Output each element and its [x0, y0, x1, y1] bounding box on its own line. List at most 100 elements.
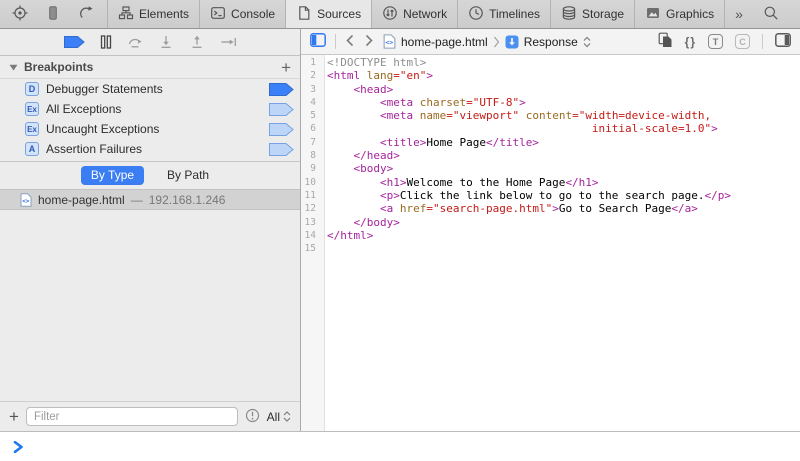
breakpoint-row[interactable]: Ex Uncaught Exceptions [0, 119, 300, 139]
code-coverage-button[interactable]: C [735, 34, 750, 49]
code-line[interactable]: 4 <meta charset="UTF-8"> [301, 96, 800, 109]
line-number[interactable]: 2 [301, 69, 320, 82]
line-number[interactable]: 3 [301, 83, 320, 96]
line-number[interactable]: 6 [301, 122, 320, 135]
tab-timelines[interactable]: Timelines [458, 0, 551, 28]
line-number[interactable]: 10 [301, 176, 320, 189]
html-file-icon: <> [20, 193, 32, 207]
code-line[interactable]: 12 <a href="search-page.html">Go to Sear… [301, 202, 800, 215]
inspect-target-icon[interactable] [12, 5, 28, 24]
back-button[interactable] [345, 34, 355, 50]
line-number[interactable]: 15 [301, 242, 320, 255]
code-line[interactable]: 14</html> [301, 229, 800, 242]
breakpoint-row[interactable]: Ex All Exceptions [0, 99, 300, 119]
breakpoint-toggle[interactable] [269, 143, 294, 156]
console-prompt-icon [13, 440, 24, 454]
tab-network[interactable]: Network [372, 0, 458, 28]
line-number[interactable]: 8 [301, 149, 320, 162]
breakpoint-toggle[interactable] [269, 83, 294, 96]
code-line[interactable]: 7 <title>Home Page</title> [301, 136, 800, 149]
resource-item-home-page[interactable]: <> home-page.html — 192.168.1.246 [0, 189, 300, 210]
source-code-viewer[interactable]: 1<!DOCTYPE html>2<html lang="en">3 <head… [301, 55, 800, 431]
step-into-button[interactable] [158, 35, 174, 49]
pretty-print-button[interactable]: {} [685, 35, 696, 49]
toggle-left-sidebar-button[interactable] [310, 33, 326, 50]
breadcrumb-panel[interactable]: Response [524, 35, 578, 49]
line-number[interactable]: 13 [301, 216, 320, 229]
svg-text:<>: <> [22, 198, 30, 205]
filter-scope-dropdown[interactable]: All [267, 410, 291, 424]
quick-console[interactable] [0, 431, 800, 461]
code-line[interactable]: 13 </body> [301, 216, 800, 229]
settings-button[interactable] [789, 4, 800, 24]
line-number[interactable]: 5 [301, 109, 320, 122]
more-tabs-button[interactable]: » [725, 0, 753, 28]
editor-action-buttons: {} T C [658, 32, 791, 51]
graphics-icon [645, 5, 661, 24]
breakpoints-toggle-button[interactable] [64, 36, 85, 48]
line-number[interactable]: 9 [301, 162, 320, 175]
toggle-right-sidebar-button[interactable] [775, 33, 791, 50]
line-number[interactable]: 11 [301, 189, 320, 202]
line-number[interactable]: 4 [301, 96, 320, 109]
tab-storage[interactable]: Storage [551, 0, 635, 28]
tab-label: Timelines [489, 7, 540, 21]
breakpoint-toggle[interactable] [269, 103, 294, 116]
line-content: <h1>Welcome to the Home Page</h1> [320, 176, 599, 189]
code-line[interactable]: 1<!DOCTYPE html> [301, 56, 800, 69]
filter-input[interactable] [26, 407, 238, 426]
step-out-button[interactable] [189, 35, 205, 49]
breakpoint-row[interactable]: D Debugger Statements [0, 79, 300, 99]
add-breakpoint-button[interactable]: + [281, 59, 291, 76]
tab-sources[interactable]: Sources [286, 0, 372, 28]
breakpoints-section-header[interactable]: Breakpoints + [0, 56, 300, 79]
step-over-button[interactable] [127, 35, 143, 49]
step-next-button[interactable] [220, 35, 237, 49]
line-number[interactable]: 14 [301, 229, 320, 242]
by-type-button[interactable]: By Type [81, 166, 144, 185]
resource-host: 192.168.1.246 [149, 193, 226, 207]
storage-icon [561, 5, 577, 24]
type-profiler-button[interactable]: T [708, 34, 723, 49]
device-icon[interactable] [45, 5, 61, 24]
selector-carets-icon[interactable] [583, 36, 591, 48]
breakpoint-toggle[interactable] [269, 123, 294, 136]
code-line[interactable]: 2<html lang="en"> [301, 69, 800, 82]
exception-badge-icon: Ex [25, 102, 39, 116]
code-line[interactable]: 8 </head> [301, 149, 800, 162]
tab-label: Console [231, 7, 275, 21]
code-line[interactable]: 6 initial-scale=1.0"> [301, 122, 800, 135]
breakpoints-list: D Debugger Statements Ex All Exceptions … [0, 79, 300, 162]
line-number[interactable]: 12 [301, 202, 320, 215]
line-content: </html> [320, 229, 373, 242]
breadcrumb-separator-icon [493, 36, 500, 48]
copy-button[interactable] [658, 32, 673, 51]
console-icon [210, 5, 226, 24]
forward-button[interactable] [364, 34, 374, 50]
code-line[interactable]: 9 <body> [301, 162, 800, 175]
breadcrumb-file[interactable]: home-page.html [401, 35, 488, 49]
separator [762, 34, 763, 49]
more-tabs-icon: » [735, 7, 743, 21]
line-number[interactable]: 7 [301, 136, 320, 149]
line-number[interactable]: 1 [301, 56, 320, 69]
code-line[interactable]: 5 <meta name="viewport" content="width=d… [301, 109, 800, 122]
elements-icon [118, 5, 134, 24]
search-button[interactable] [753, 5, 789, 24]
issues-filter-icon[interactable] [245, 408, 260, 426]
breakpoint-row[interactable]: A Assertion Failures [0, 139, 300, 159]
code-line[interactable]: 15 [301, 242, 800, 255]
by-path-button[interactable]: By Path [157, 166, 219, 185]
pause-button[interactable] [100, 35, 112, 49]
pause-icon [100, 35, 112, 49]
tab-console[interactable]: Console [200, 0, 286, 28]
code-line[interactable]: 3 <head> [301, 83, 800, 96]
breakpoint-flag-icon [64, 36, 85, 48]
reload-icon[interactable] [78, 5, 94, 24]
tab-label: Graphics [666, 7, 714, 21]
code-line[interactable]: 10 <h1>Welcome to the Home Page</h1> [301, 176, 800, 189]
add-filter-button[interactable]: + [9, 408, 19, 425]
code-line[interactable]: 11 <p>Click the link below to go to the … [301, 189, 800, 202]
tab-graphics[interactable]: Graphics [635, 0, 725, 28]
tab-elements[interactable]: Elements [108, 0, 200, 28]
